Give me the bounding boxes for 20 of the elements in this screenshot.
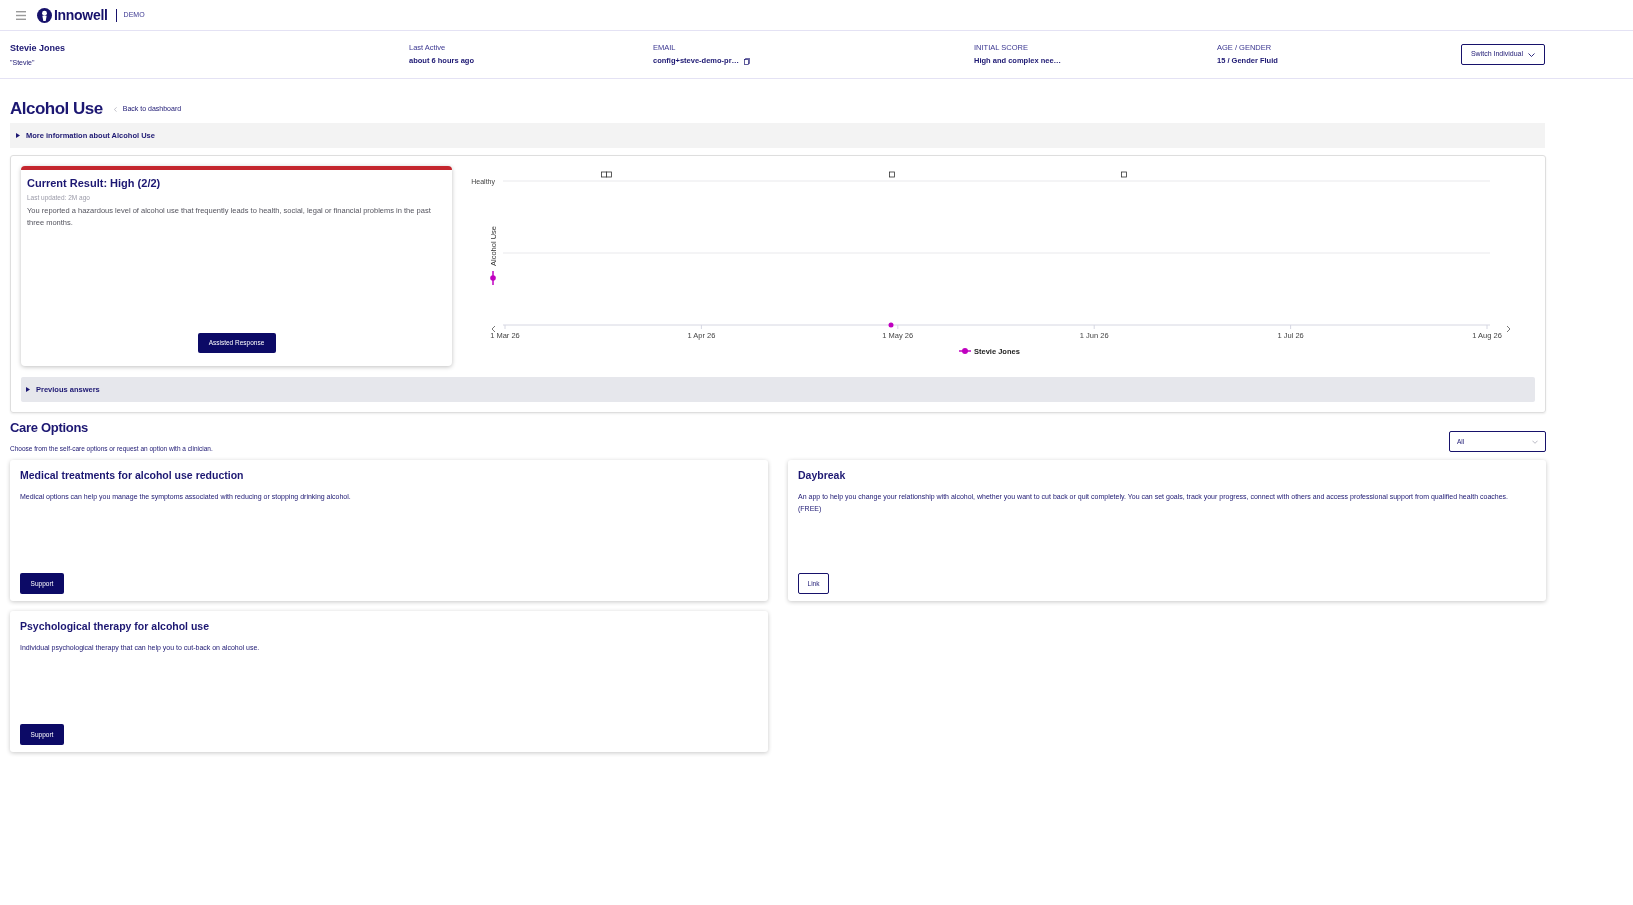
care-option-title: Medical treatments for alcohol use reduction <box>20 468 245 482</box>
copy-icon[interactable] <box>744 57 751 65</box>
square-marker-icon <box>889 171 895 178</box>
chevron-down-icon <box>1528 52 1536 57</box>
menu-icon[interactable] <box>16 10 26 20</box>
data-point <box>888 322 894 328</box>
chevron-left-icon[interactable] <box>491 325 496 333</box>
logo-icon <box>37 7 52 23</box>
chevron-right-icon[interactable] <box>1506 325 1511 333</box>
result-title: Current Result: High (2/2) <box>27 176 162 190</box>
care-option-title: Daybreak <box>798 468 847 482</box>
chevron-down-icon <box>1532 439 1538 444</box>
care-option-title: Psychological therapy for alcohol use <box>20 619 211 633</box>
page-title: Alcohol Use <box>10 99 103 119</box>
chevron-left-icon <box>113 106 117 112</box>
section-title: Care Options <box>10 421 90 435</box>
square-marker-icon <box>1121 171 1127 178</box>
series-marker-icon <box>490 270 496 286</box>
individual-name: Stevie Jones <box>10 42 67 53</box>
brand-name: Innowell <box>54 5 108 25</box>
